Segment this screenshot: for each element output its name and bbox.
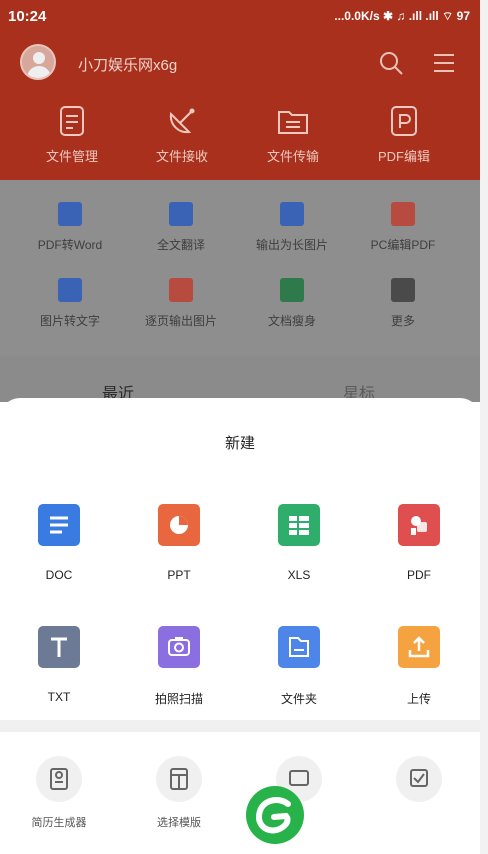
tool-pdf-edit[interactable]: PDF编辑 xyxy=(349,104,459,165)
pc-pdf-icon xyxy=(391,202,415,226)
quick-page-images[interactable]: 逐页输出图片 xyxy=(126,278,236,329)
folder-icon xyxy=(278,626,320,668)
quick-translate[interactable]: 全文翻译 xyxy=(126,202,236,253)
picture-icon xyxy=(169,278,193,302)
quick-label: 文档瘦身 xyxy=(267,314,316,328)
template-icon xyxy=(156,756,202,802)
section-divider xyxy=(0,720,480,732)
screen-edge xyxy=(480,0,488,854)
image-icon xyxy=(280,202,304,226)
status-time: 10:24 xyxy=(8,8,47,25)
quick-label: PC编辑PDF xyxy=(370,238,436,252)
tool-file-receive[interactable]: 文件接收 xyxy=(127,104,237,165)
new-txt-button[interactable]: TXT xyxy=(4,626,114,704)
quick-slim-doc[interactable]: 文档瘦身 xyxy=(237,278,347,329)
tool-label: 文件管理 xyxy=(45,149,98,164)
folder-transfer-icon xyxy=(276,104,310,138)
tool-label: 文件传输 xyxy=(266,149,319,164)
new-xls-button[interactable]: XLS xyxy=(244,504,354,582)
quick-pc-edit-pdf[interactable]: PC编辑PDF xyxy=(348,202,458,253)
status-indicators: ...0.0K/s ✱ ♫ .ıll .ıll ⌔ 97 xyxy=(334,9,470,23)
tool-label: 文件接收 xyxy=(155,149,208,164)
select-template-button[interactable]: 选择模版 xyxy=(124,756,234,830)
menu-icon[interactable] xyxy=(434,52,454,79)
camera-icon xyxy=(158,626,200,668)
resume-icon xyxy=(36,756,82,802)
quick-label: 输出为长图片 xyxy=(255,238,328,252)
grid-more-icon xyxy=(391,278,415,302)
avatar[interactable] xyxy=(20,44,56,80)
ocr-icon xyxy=(58,278,82,302)
quick-more[interactable]: 更多 xyxy=(348,278,458,329)
bottom-label: 简历生成器 xyxy=(31,817,87,829)
tile-label: DOC xyxy=(45,568,73,582)
txt-icon xyxy=(38,626,80,668)
tool-file-manager[interactable]: 文件管理 xyxy=(17,104,127,165)
quick-long-image[interactable]: 输出为长图片 xyxy=(237,202,347,253)
tab-bar xyxy=(0,356,480,402)
checkbox-icon xyxy=(396,756,442,802)
new-folder-button[interactable]: 文件夹 xyxy=(244,626,354,707)
quick-image-to-text[interactable]: 图片转文字 xyxy=(15,278,125,329)
new-pdf-button[interactable]: PDF xyxy=(364,504,474,582)
slim-icon xyxy=(280,278,304,302)
quick-label: 全文翻译 xyxy=(156,238,205,252)
word-icon xyxy=(58,202,82,226)
username[interactable]: 小刀娱乐网x6g xyxy=(78,54,177,75)
sheet-title: 新建 xyxy=(224,435,255,452)
upload-icon xyxy=(398,626,440,668)
quick-pdf-to-word[interactable]: PDF转Word xyxy=(15,202,125,253)
tile-label: 上传 xyxy=(406,692,431,706)
template-option-4[interactable] xyxy=(364,756,474,814)
xls-icon xyxy=(278,504,320,546)
tile-label: PPT xyxy=(167,568,191,582)
tool-label: PDF编辑 xyxy=(377,149,430,164)
tile-label: 文件夹 xyxy=(280,692,317,706)
tile-label: PDF xyxy=(407,568,431,582)
tool-file-transfer[interactable]: 文件传输 xyxy=(238,104,348,165)
quick-label: 更多 xyxy=(390,314,415,328)
tile-label: XLS xyxy=(287,568,311,582)
bottom-label: 选择模版 xyxy=(157,817,201,829)
translate-icon xyxy=(169,202,193,226)
pdf-icon xyxy=(398,504,440,546)
quick-label: PDF转Word xyxy=(37,238,103,252)
photo-scan-button[interactable]: 拍照扫描 xyxy=(124,626,234,707)
watermark-logo-icon xyxy=(244,784,306,851)
quick-label: 逐页输出图片 xyxy=(144,314,217,328)
document-icon xyxy=(55,104,89,138)
quick-label: 图片转文字 xyxy=(39,314,100,328)
ppt-icon xyxy=(158,504,200,546)
tile-label: 拍照扫描 xyxy=(154,692,203,706)
doc-icon xyxy=(38,504,80,546)
pdf-edit-icon xyxy=(387,104,421,138)
search-icon[interactable] xyxy=(378,50,404,81)
upload-button[interactable]: 上传 xyxy=(364,626,474,707)
resume-generator-button[interactable]: 简历生成器 xyxy=(4,756,114,830)
tile-label: TXT xyxy=(47,690,71,704)
satellite-icon xyxy=(165,104,199,138)
new-ppt-button[interactable]: PPT xyxy=(124,504,234,582)
new-doc-button[interactable]: DOC xyxy=(4,504,114,582)
